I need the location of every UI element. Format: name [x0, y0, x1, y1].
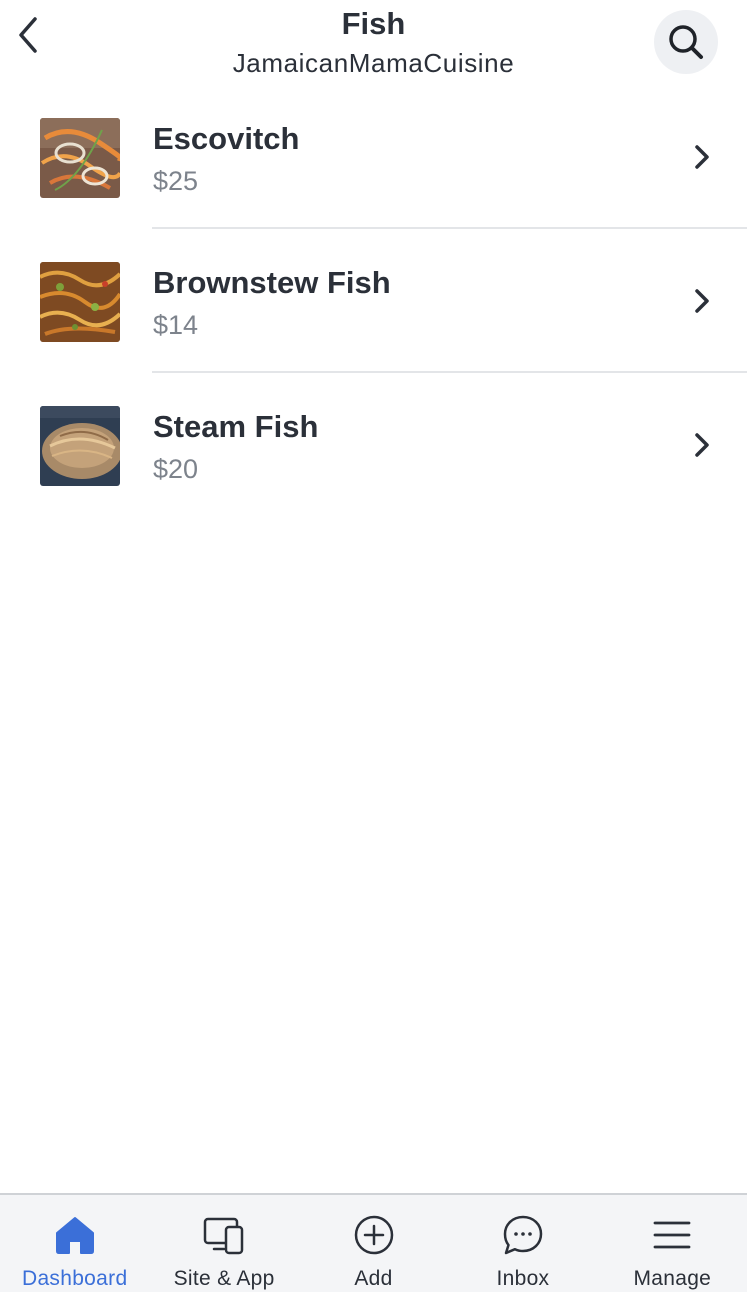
nav-add[interactable]: Add — [299, 1195, 448, 1292]
nav-inbox[interactable]: Inbox — [448, 1195, 597, 1292]
search-button[interactable] — [654, 10, 718, 74]
nav-label: Manage — [633, 1267, 712, 1290]
item-price: $25 — [153, 166, 199, 196]
devices-icon — [202, 1213, 246, 1257]
page-title: Fish — [341, 6, 406, 41]
add-circle-icon — [353, 1213, 395, 1257]
list-item[interactable]: Steam Fish $20 — [0, 373, 747, 517]
chevron-right-icon — [690, 287, 714, 315]
list-item[interactable]: Brownstew Fish $14 — [0, 229, 747, 373]
nav-label: Site & App — [173, 1267, 275, 1290]
nav-manage[interactable]: Manage — [598, 1195, 747, 1292]
nav-label: Inbox — [496, 1267, 550, 1290]
home-icon — [53, 1213, 97, 1257]
search-icon — [669, 25, 703, 59]
item-price: $20 — [153, 454, 199, 484]
bottom-nav: Dashboard Site & App Add Inbox Manage — [0, 1193, 747, 1292]
chevron-right-icon — [690, 143, 714, 171]
nav-label: Add — [354, 1267, 393, 1290]
nav-site-and-app[interactable]: Site & App — [149, 1195, 298, 1292]
page-subtitle: JamaicanMamaCuisine — [232, 48, 515, 78]
chat-bubble-icon — [501, 1213, 545, 1257]
chevron-right-icon — [690, 431, 714, 459]
item-name: Brownstew Fish — [153, 265, 391, 300]
item-price: $14 — [153, 310, 199, 340]
brownstew-fish-photo — [40, 262, 120, 342]
escovitch-photo — [40, 118, 120, 198]
nav-dashboard[interactable]: Dashboard — [0, 1195, 149, 1292]
menu-icon — [652, 1213, 692, 1257]
screen: Fish JamaicanMamaCuisine Escovitch $25 B… — [0, 0, 747, 1292]
list-item[interactable]: Escovitch $25 — [0, 85, 747, 229]
item-name: Steam Fish — [153, 409, 319, 444]
nav-label: Dashboard — [21, 1267, 128, 1290]
steam-fish-photo — [40, 406, 120, 486]
item-name: Escovitch — [153, 121, 300, 156]
menu-item-list: Escovitch $25 Brownstew Fish $14 Steam F… — [0, 85, 747, 517]
